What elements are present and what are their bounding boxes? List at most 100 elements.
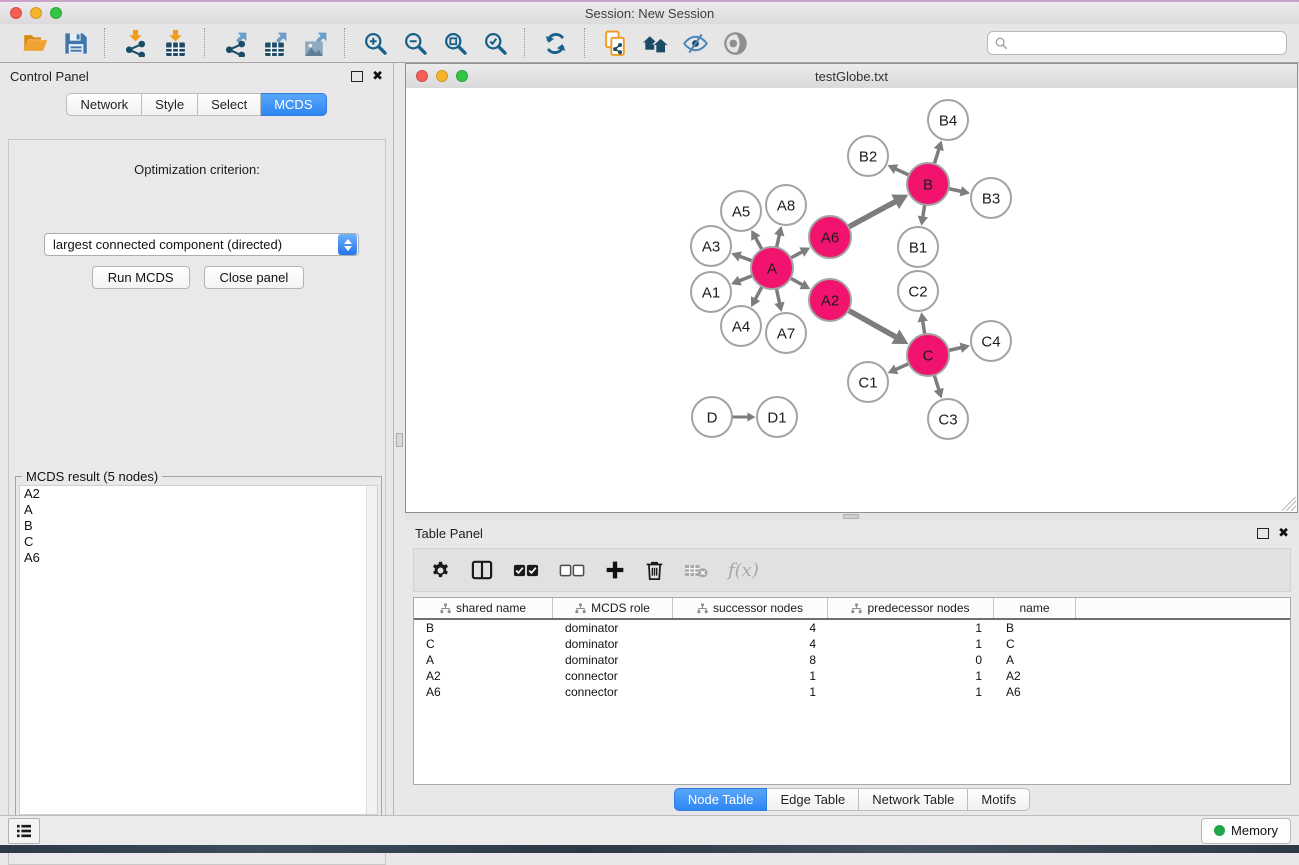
window-resize-grip[interactable] bbox=[1282, 497, 1296, 511]
column-header-name[interactable]: name bbox=[994, 598, 1076, 618]
show-hide-view-button[interactable] bbox=[718, 27, 752, 59]
function-builder-button[interactable]: f(x) bbox=[728, 560, 759, 581]
cell-predecessor-nodes[interactable]: 1 bbox=[828, 637, 994, 651]
zoom-selected-button[interactable] bbox=[478, 27, 512, 59]
cell-predecessor-nodes[interactable]: 1 bbox=[828, 685, 994, 699]
cell-mcds-role[interactable]: dominator bbox=[553, 637, 673, 651]
close-panel-icon[interactable]: ✖ bbox=[372, 71, 383, 81]
optimization-criterion-select[interactable]: largest connected component (directed) bbox=[44, 233, 359, 256]
column-layout-button[interactable] bbox=[471, 560, 493, 580]
tab-network[interactable]: Network bbox=[66, 93, 142, 116]
new-network-from-selection-button[interactable] bbox=[598, 27, 632, 59]
cell-successor-nodes[interactable]: 8 bbox=[673, 653, 828, 667]
mcds-result-item[interactable]: A6 bbox=[20, 550, 377, 566]
cell-name[interactable]: A6 bbox=[994, 685, 1076, 699]
export-image-button[interactable] bbox=[298, 27, 332, 59]
cell-successor-nodes[interactable]: 1 bbox=[673, 685, 828, 699]
node-label-D: D bbox=[707, 409, 718, 426]
cell-name[interactable]: A bbox=[994, 653, 1076, 667]
cell-successor-nodes[interactable]: 4 bbox=[673, 637, 828, 651]
cell-predecessor-nodes[interactable]: 0 bbox=[828, 653, 994, 667]
select-all-checkboxes-button[interactable] bbox=[513, 564, 539, 577]
network-canvas[interactable]: B4B2BB3A8A5A6A3B1AA1C2A2A4A7C4CC1C3DD1 bbox=[406, 88, 1297, 512]
cell-name[interactable]: B bbox=[994, 621, 1076, 635]
refresh-button[interactable] bbox=[538, 27, 572, 59]
tab-style[interactable]: Style bbox=[142, 93, 198, 116]
search-field[interactable] bbox=[987, 31, 1287, 55]
horizontal-splitter-handle[interactable] bbox=[843, 514, 859, 519]
node-label-C: C bbox=[923, 347, 934, 364]
zoom-fit-button[interactable] bbox=[438, 27, 472, 59]
delete-column-button[interactable] bbox=[645, 560, 664, 581]
zoom-out-button[interactable] bbox=[398, 27, 432, 59]
horizontal-splitter[interactable] bbox=[405, 513, 1299, 520]
float-panel-icon[interactable] bbox=[351, 71, 363, 82]
mcds-result-item[interactable]: A bbox=[20, 502, 377, 518]
tab-select[interactable]: Select bbox=[198, 93, 261, 116]
graphics-details-toggle-button[interactable] bbox=[678, 27, 712, 59]
task-history-button[interactable] bbox=[8, 818, 40, 844]
network-window-titlebar[interactable]: testGlobe.txt bbox=[406, 64, 1297, 89]
table-row[interactable]: Adominator80A bbox=[414, 652, 1290, 668]
mcds-result-item[interactable]: B bbox=[20, 518, 377, 534]
mcds-result-list[interactable]: A2ABCA6 bbox=[19, 485, 378, 815]
cell-shared-name[interactable]: C bbox=[414, 637, 553, 651]
cell-name[interactable]: A2 bbox=[994, 669, 1076, 683]
delete-table-button[interactable] bbox=[684, 563, 708, 578]
column-header-successor-nodes[interactable]: successor nodes bbox=[673, 598, 828, 618]
cell-shared-name[interactable]: B bbox=[414, 621, 553, 635]
export-network-button[interactable] bbox=[218, 27, 252, 59]
node-table[interactable]: shared nameMCDS rolesuccessor nodesprede… bbox=[413, 597, 1291, 785]
mcds-result-item[interactable]: A2 bbox=[20, 486, 377, 502]
float-table-panel-icon[interactable] bbox=[1257, 528, 1269, 539]
cell-name[interactable]: C bbox=[994, 637, 1076, 651]
table-row[interactable]: Bdominator41B bbox=[414, 620, 1290, 636]
save-session-button[interactable] bbox=[58, 27, 92, 59]
mcds-result-group: MCDS result (5 nodes) A2ABCA6 bbox=[15, 476, 382, 819]
zoom-in-button[interactable] bbox=[358, 27, 392, 59]
refresh-icon bbox=[542, 30, 569, 57]
add-column-button[interactable] bbox=[605, 560, 625, 580]
tab-mcds[interactable]: MCDS bbox=[261, 93, 326, 116]
cell-successor-nodes[interactable]: 4 bbox=[673, 621, 828, 635]
memory-button[interactable]: Memory bbox=[1201, 818, 1291, 844]
export-table-button[interactable] bbox=[258, 27, 292, 59]
close-panel-button[interactable]: Close panel bbox=[204, 266, 305, 289]
attribute-type-icon bbox=[697, 603, 708, 614]
scrollbar-track[interactable] bbox=[366, 486, 377, 814]
cell-mcds-role[interactable]: connector bbox=[553, 685, 673, 699]
cell-mcds-role[interactable]: dominator bbox=[553, 653, 673, 667]
table-row[interactable]: A2connector11A2 bbox=[414, 668, 1290, 684]
tab-network-table[interactable]: Network Table bbox=[859, 788, 968, 811]
cell-successor-nodes[interactable]: 1 bbox=[673, 669, 828, 683]
table-settings-button[interactable] bbox=[430, 560, 451, 581]
close-table-panel-icon[interactable]: ✖ bbox=[1278, 528, 1289, 538]
cell-predecessor-nodes[interactable]: 1 bbox=[828, 669, 994, 683]
mcds-result-item[interactable]: C bbox=[20, 534, 377, 550]
import-table-button[interactable] bbox=[158, 27, 192, 59]
cell-shared-name[interactable]: A2 bbox=[414, 669, 553, 683]
cell-shared-name[interactable]: A bbox=[414, 653, 553, 667]
cell-mcds-role[interactable]: connector bbox=[553, 669, 673, 683]
deselect-all-checkboxes-button[interactable] bbox=[559, 564, 585, 577]
vertical-splitter-handle[interactable] bbox=[396, 433, 403, 447]
table-row[interactable]: Cdominator41C bbox=[414, 636, 1290, 652]
cell-shared-name[interactable]: A6 bbox=[414, 685, 553, 699]
cell-predecessor-nodes[interactable]: 1 bbox=[828, 621, 994, 635]
run-mcds-button[interactable]: Run MCDS bbox=[92, 266, 190, 289]
column-header-shared-name[interactable]: shared name bbox=[414, 598, 553, 618]
node-label-A2: A2 bbox=[821, 292, 839, 309]
cell-mcds-role[interactable]: dominator bbox=[553, 621, 673, 635]
open-file-button[interactable] bbox=[18, 27, 52, 59]
search-input[interactable] bbox=[1008, 33, 1286, 53]
table-row[interactable]: A6connector11A6 bbox=[414, 684, 1290, 700]
import-network-button[interactable] bbox=[118, 27, 152, 59]
column-header-predecessor-nodes[interactable]: predecessor nodes bbox=[828, 598, 994, 618]
network-overview-button[interactable] bbox=[638, 27, 672, 59]
network-graph[interactable]: B4B2BB3A8A5A6A3B1AA1C2A2A4A7C4CC1C3DD1 bbox=[406, 88, 1297, 512]
tab-motifs[interactable]: Motifs bbox=[968, 788, 1030, 811]
desktop-background-strip bbox=[0, 845, 1299, 853]
tab-edge-table[interactable]: Edge Table bbox=[767, 788, 859, 811]
column-header-mcds-role[interactable]: MCDS role bbox=[553, 598, 673, 618]
tab-node-table[interactable]: Node Table bbox=[674, 788, 768, 811]
